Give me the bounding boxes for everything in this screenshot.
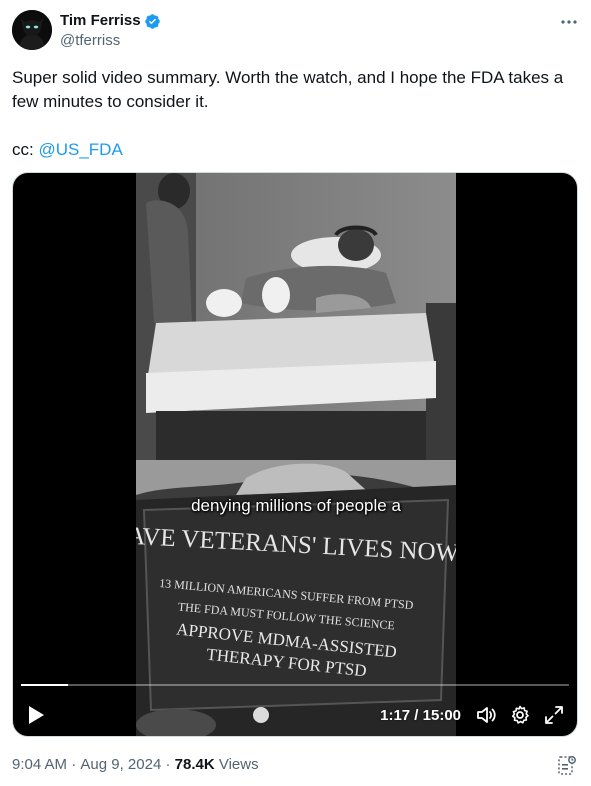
tweet-cc-line: cc: @US_FDA — [12, 138, 580, 162]
meta-separator: · — [67, 756, 81, 773]
meta-separator: · — [161, 756, 175, 773]
video-scene-bed — [136, 173, 456, 460]
author-handle[interactable]: @tferriss — [60, 31, 161, 51]
tweet-time[interactable]: 9:04 AM — [12, 755, 67, 775]
tweet-header: Tim Ferriss @tferriss — [12, 10, 579, 54]
tweet-date[interactable]: Aug 9, 2024 — [80, 755, 161, 775]
analytics-icon[interactable] — [557, 754, 577, 776]
video-frame: SAVE VETERANS' LIVES NOW 13 MILLION AMER… — [136, 173, 456, 736]
video-time-display: 1:17 / 15:00 — [380, 707, 461, 724]
author-display-name[interactable]: Tim Ferriss — [60, 11, 141, 31]
tweet-body: Super solid video summary. Worth the wat… — [12, 68, 564, 111]
video-player[interactable]: SAVE VETERANS' LIVES NOW 13 MILLION AMER… — [12, 172, 578, 737]
views-label: Views — [214, 756, 259, 773]
tweet-text: Super solid video summary. Worth the wat… — [12, 66, 580, 162]
video-progress-bar[interactable] — [21, 684, 569, 686]
video-caption: denying millions of people a — [191, 496, 401, 515]
more-horizontal-icon[interactable] — [559, 12, 579, 32]
video-progress-fill — [21, 684, 68, 686]
verified-badge-icon — [144, 13, 160, 29]
avatar[interactable] — [12, 10, 52, 50]
volume-icon[interactable] — [475, 704, 497, 726]
gear-icon[interactable] — [509, 704, 531, 726]
cc-prefix: cc: — [12, 140, 39, 159]
tweet-meta: 9:04 AM · Aug 9, 2024 · 78.4K Views — [12, 755, 259, 775]
play-icon[interactable] — [27, 705, 45, 725]
mention-link[interactable]: @US_FDA — [38, 140, 122, 159]
expand-icon[interactable] — [543, 704, 565, 726]
views-count: 78.4K — [174, 756, 215, 773]
